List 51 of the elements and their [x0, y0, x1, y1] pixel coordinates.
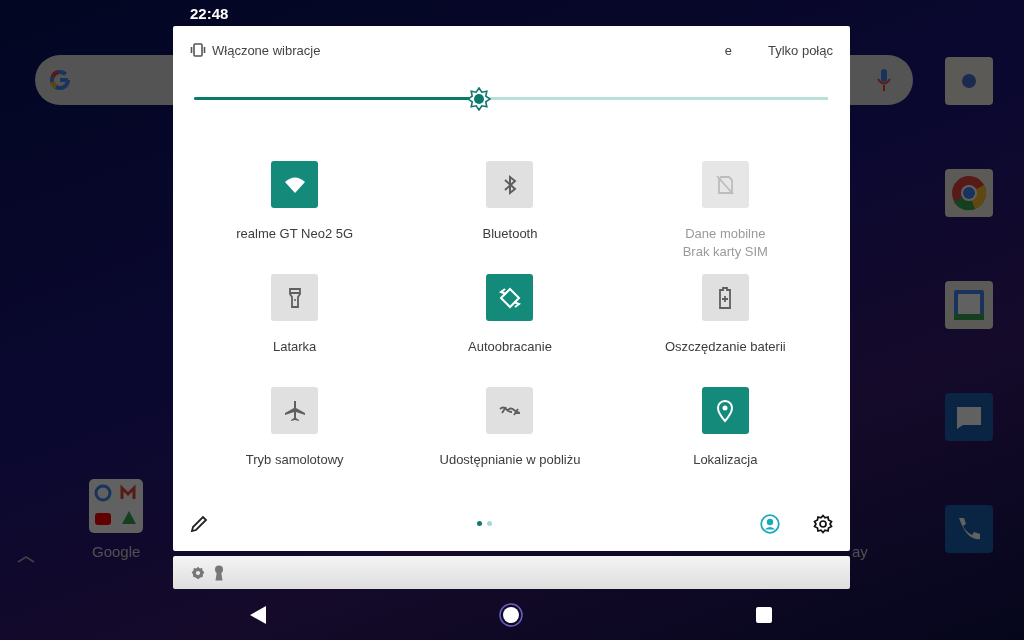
settings-icon	[813, 513, 833, 534]
tile-label: Latarka	[272, 338, 317, 357]
edit-button[interactable]	[190, 514, 208, 533]
recents-button[interactable]	[756, 606, 772, 623]
folder-label: Google	[92, 543, 141, 560]
tile-label: Autoobracanie	[468, 338, 552, 357]
brightness-thumb[interactable]	[467, 87, 492, 111]
tile-label: Bluetooth	[482, 225, 538, 244]
settings-icon[interactable]	[191, 565, 205, 580]
quick-tile-button[interactable]	[486, 387, 534, 435]
app-label: ay	[852, 543, 868, 560]
home-button[interactable]	[499, 602, 523, 627]
tile-label: Oszczędzanie baterii	[665, 338, 786, 357]
header-text: Tylko połąc	[767, 42, 833, 58]
calendar-app-icon[interactable]	[945, 281, 993, 329]
settings-button[interactable]	[813, 513, 833, 534]
tile-label: Dane mobilne	[685, 225, 766, 244]
tile-sublabel: Brak karty SIM	[682, 243, 768, 262]
back-button[interactable]	[250, 605, 266, 624]
tile-label: Lokalizacja	[693, 451, 758, 470]
quick-tile-button[interactable]	[271, 274, 319, 322]
quick-tile-button[interactable]	[271, 387, 319, 435]
back-icon	[250, 605, 266, 624]
home-icon	[499, 602, 523, 627]
user-button[interactable]	[760, 513, 780, 534]
vibrate-icon	[190, 43, 206, 58]
ringer-mode[interactable]: Włączone wibracje	[212, 42, 321, 58]
search-bar[interactable]	[35, 55, 173, 105]
quick-tile-button[interactable]	[271, 161, 319, 209]
quick-tile-button[interactable]	[486, 161, 534, 209]
tile-label: Tryb samolotowy	[245, 451, 344, 470]
app-folder[interactable]	[89, 479, 143, 533]
tile-label: realme GT Neo2 5G	[236, 225, 354, 244]
search-bar-end[interactable]	[850, 55, 913, 105]
header-text: e	[724, 42, 732, 58]
quick-tile-button[interactable]	[486, 274, 534, 322]
quick-tile-button[interactable]	[701, 274, 749, 322]
recents-icon	[756, 606, 772, 623]
user-avatar-icon	[760, 513, 780, 534]
messages-app-icon[interactable]	[945, 393, 993, 441]
airplane-icon	[282, 398, 307, 423]
keyhole-icon[interactable]	[214, 564, 224, 581]
phone-app-icon[interactable]	[945, 505, 993, 553]
rotate-icon	[498, 285, 522, 310]
google-logo	[48, 68, 72, 92]
chrome-app-icon[interactable]	[945, 169, 993, 217]
pencil-icon	[190, 514, 208, 533]
camera-app-icon[interactable]	[945, 57, 993, 105]
clock: 22:48	[190, 4, 229, 22]
quick-tile-button[interactable]	[701, 387, 749, 435]
tile-label: Udostępnianie w pobliżu	[439, 451, 581, 470]
